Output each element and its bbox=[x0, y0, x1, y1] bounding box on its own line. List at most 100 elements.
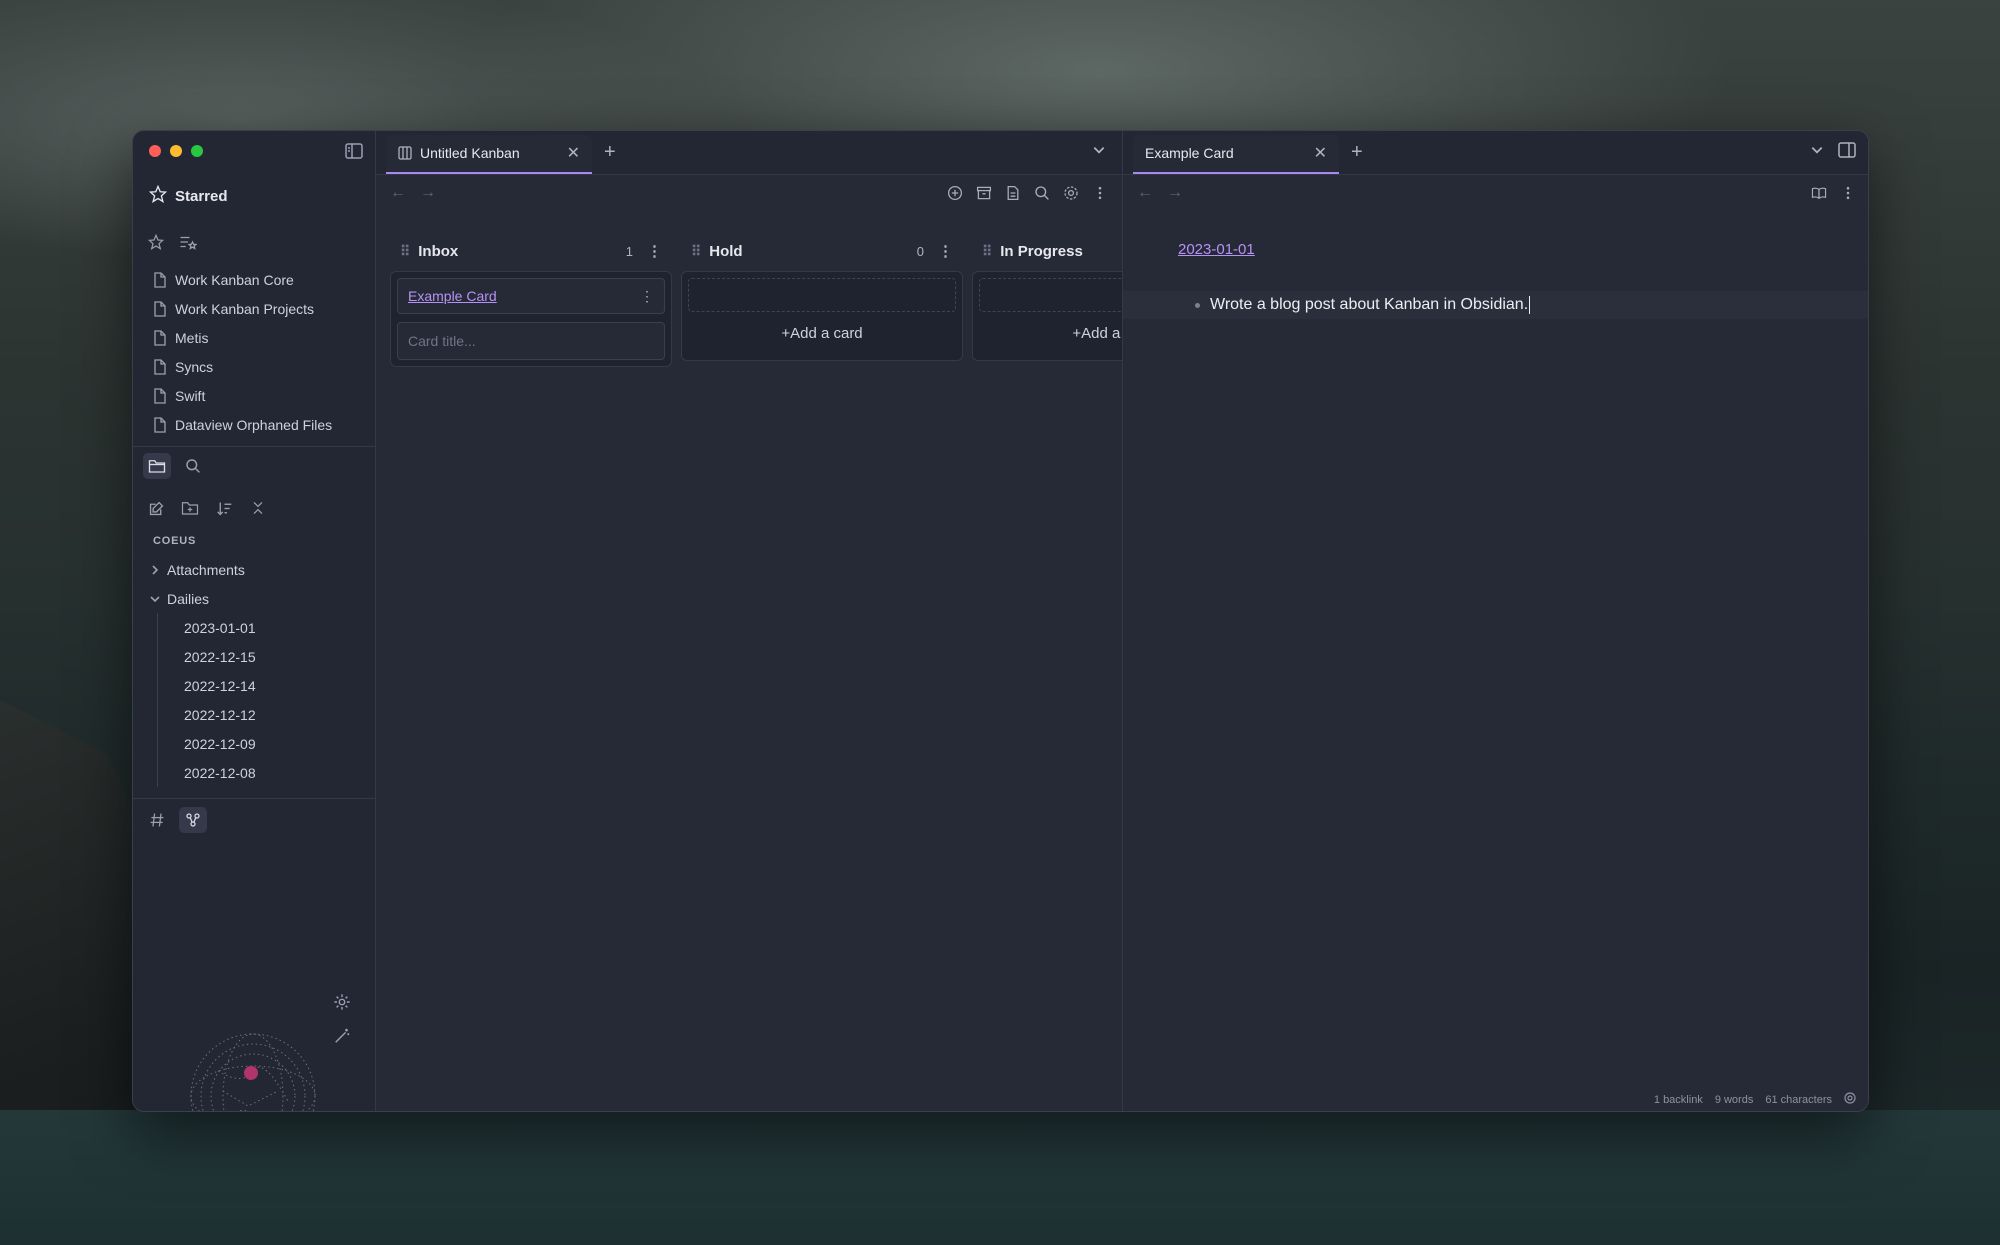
tab-list-chevron-icon[interactable] bbox=[1092, 143, 1106, 162]
star-add-icon[interactable] bbox=[147, 233, 165, 251]
lane-inbox: ⠿ Inbox 1 ⋮ Example Card ⋮ Card title... bbox=[390, 231, 672, 386]
add-list-icon[interactable] bbox=[947, 185, 963, 201]
starred-item[interactable]: Swift bbox=[153, 381, 367, 410]
file-icon bbox=[153, 387, 167, 404]
text-cursor bbox=[1529, 296, 1531, 314]
forward-arrow-icon[interactable]: → bbox=[420, 184, 436, 202]
lane-menu-icon[interactable]: ⋮ bbox=[938, 242, 953, 260]
file-icon bbox=[153, 329, 167, 346]
backlink-count[interactable]: 1 backlink bbox=[1654, 1094, 1703, 1106]
card-menu-icon[interactable]: ⋮ bbox=[640, 288, 654, 305]
folder-dailies[interactable]: Dailies bbox=[149, 584, 367, 613]
sort-icon[interactable] bbox=[215, 499, 233, 517]
starred-item[interactable]: Work Kanban Core bbox=[153, 265, 367, 294]
dailies-children: 2023-01-01 2022-12-15 2022-12-14 2022-12… bbox=[157, 613, 367, 787]
file-item[interactable]: 2022-12-12 bbox=[184, 700, 367, 729]
chevron-right-icon bbox=[149, 564, 161, 576]
graph-settings-icon[interactable] bbox=[333, 993, 351, 1016]
new-tab-icon[interactable]: + bbox=[1351, 141, 1363, 164]
starred-item[interactable]: Work Kanban Projects bbox=[153, 294, 367, 323]
starred-item[interactable]: Dataview Orphaned Files bbox=[153, 410, 367, 439]
file-item[interactable]: 2022-12-09 bbox=[184, 729, 367, 758]
local-graph[interactable] bbox=[133, 851, 375, 1111]
add-card-button[interactable]: +Add a card bbox=[979, 312, 1122, 354]
new-note-icon[interactable] bbox=[147, 499, 165, 517]
files-tab[interactable] bbox=[143, 453, 171, 479]
file-item[interactable]: 2023-01-01 bbox=[184, 613, 367, 642]
date-link[interactable]: 2023-01-01 bbox=[1178, 241, 1255, 258]
starred-item-label: Dataview Orphaned Files bbox=[175, 416, 333, 433]
word-count: 9 words bbox=[1714, 1093, 1754, 1106]
tab-title: Untitled Kanban bbox=[420, 145, 520, 161]
bottom-view-tabs bbox=[143, 807, 207, 833]
forward-arrow-icon[interactable]: → bbox=[1167, 184, 1183, 202]
close-window-button[interactable] bbox=[149, 145, 161, 157]
card-title-input[interactable]: Card title... bbox=[397, 322, 665, 360]
markdown-view-icon[interactable] bbox=[1005, 185, 1021, 201]
starred-item[interactable]: Syncs bbox=[153, 352, 367, 381]
maximize-window-button[interactable] bbox=[191, 145, 203, 157]
search-tab[interactable] bbox=[179, 453, 207, 479]
tab-untitled-kanban[interactable]: Untitled Kanban ✕ bbox=[386, 135, 592, 174]
file-item[interactable]: 2022-12-14 bbox=[184, 671, 367, 700]
graph-sphere bbox=[190, 1033, 316, 1111]
card-link[interactable]: Example Card bbox=[408, 288, 497, 304]
starred-header[interactable]: Starred bbox=[148, 184, 228, 207]
file-icon bbox=[153, 271, 167, 288]
folder-attachments[interactable]: Attachments bbox=[149, 555, 367, 584]
more-options-icon[interactable] bbox=[1092, 185, 1108, 201]
add-card-button[interactable]: +Add a card bbox=[688, 312, 956, 354]
archive-icon[interactable] bbox=[976, 185, 992, 201]
sidebar-toggle-icon[interactable] bbox=[345, 143, 363, 159]
gear-icon[interactable] bbox=[1063, 185, 1079, 201]
drag-handle-icon[interactable]: ⠿ bbox=[400, 243, 410, 260]
background-water bbox=[0, 1110, 2000, 1245]
new-folder-icon[interactable] bbox=[181, 499, 199, 517]
starred-item-label: Swift bbox=[175, 387, 206, 404]
magic-wand-icon[interactable] bbox=[333, 1027, 351, 1050]
lane-body: +Add a card bbox=[972, 271, 1122, 361]
kanban-card[interactable]: Example Card ⋮ bbox=[397, 278, 665, 314]
back-arrow-icon[interactable]: ← bbox=[1137, 184, 1153, 202]
starred-list: Work Kanban Core Work Kanban Projects Me… bbox=[153, 265, 367, 439]
reading-view-icon[interactable] bbox=[1811, 185, 1827, 201]
tab-list-chevron-icon[interactable] bbox=[1810, 143, 1824, 162]
status-bar: 1 backlink 9 words 61 characters bbox=[1654, 1092, 1856, 1107]
collapse-all-icon[interactable] bbox=[249, 499, 267, 517]
minimize-window-button[interactable] bbox=[170, 145, 182, 157]
file-item[interactable]: 2022-12-08 bbox=[184, 758, 367, 787]
note-text[interactable]: Wrote a blog post about Kanban in Obsidi… bbox=[1210, 296, 1528, 314]
starred-item[interactable]: Metis bbox=[153, 323, 367, 352]
kanban-pane: Untitled Kanban ✕ + ← → ⠿ Inbox 1 ⋮ Exam… bbox=[376, 131, 1123, 1111]
sync-status-icon[interactable] bbox=[1844, 1092, 1856, 1107]
close-tab-icon[interactable]: ✕ bbox=[567, 143, 580, 163]
search-icon[interactable] bbox=[1034, 185, 1050, 201]
sidebar-view-tabs bbox=[143, 453, 207, 479]
lane-title[interactable]: Hold bbox=[709, 243, 742, 260]
lane-count: 1 bbox=[625, 243, 633, 259]
lane-menu-icon[interactable]: ⋮ bbox=[647, 242, 662, 260]
more-options-icon[interactable] bbox=[1840, 185, 1856, 201]
file-item[interactable]: 2022-12-15 bbox=[184, 642, 367, 671]
character-count: 61 characters bbox=[1765, 1093, 1832, 1106]
drag-handle-icon[interactable]: ⠿ bbox=[982, 243, 992, 260]
view-toolbar: ← → bbox=[1123, 175, 1868, 215]
starred-item-label: Work Kanban Projects bbox=[175, 300, 315, 317]
list-star-icon[interactable] bbox=[179, 233, 197, 251]
tags-tab[interactable] bbox=[143, 807, 171, 833]
lane-title[interactable]: Inbox bbox=[418, 243, 458, 260]
lane-title[interactable]: In Progress bbox=[1000, 243, 1083, 260]
lane-count: 0 bbox=[916, 243, 924, 259]
right-sidebar-toggle-icon[interactable] bbox=[1838, 142, 1856, 163]
drag-handle-icon[interactable]: ⠿ bbox=[691, 243, 701, 260]
graph-tab[interactable] bbox=[179, 807, 207, 833]
chevron-down-icon bbox=[149, 593, 161, 605]
close-tab-icon[interactable]: ✕ bbox=[1314, 143, 1327, 163]
new-tab-icon[interactable]: + bbox=[604, 141, 616, 164]
back-arrow-icon[interactable]: ← bbox=[390, 184, 406, 202]
lane-in-progress: ⠿ In Progress +Add a card bbox=[972, 231, 1122, 386]
lane-body: +Add a card bbox=[681, 271, 963, 361]
note-list-item[interactable]: Wrote a blog post about Kanban in Obsidi… bbox=[1123, 291, 1868, 319]
nav-buttons: ← → bbox=[390, 184, 436, 202]
tab-example-card[interactable]: Example Card ✕ bbox=[1133, 135, 1339, 174]
